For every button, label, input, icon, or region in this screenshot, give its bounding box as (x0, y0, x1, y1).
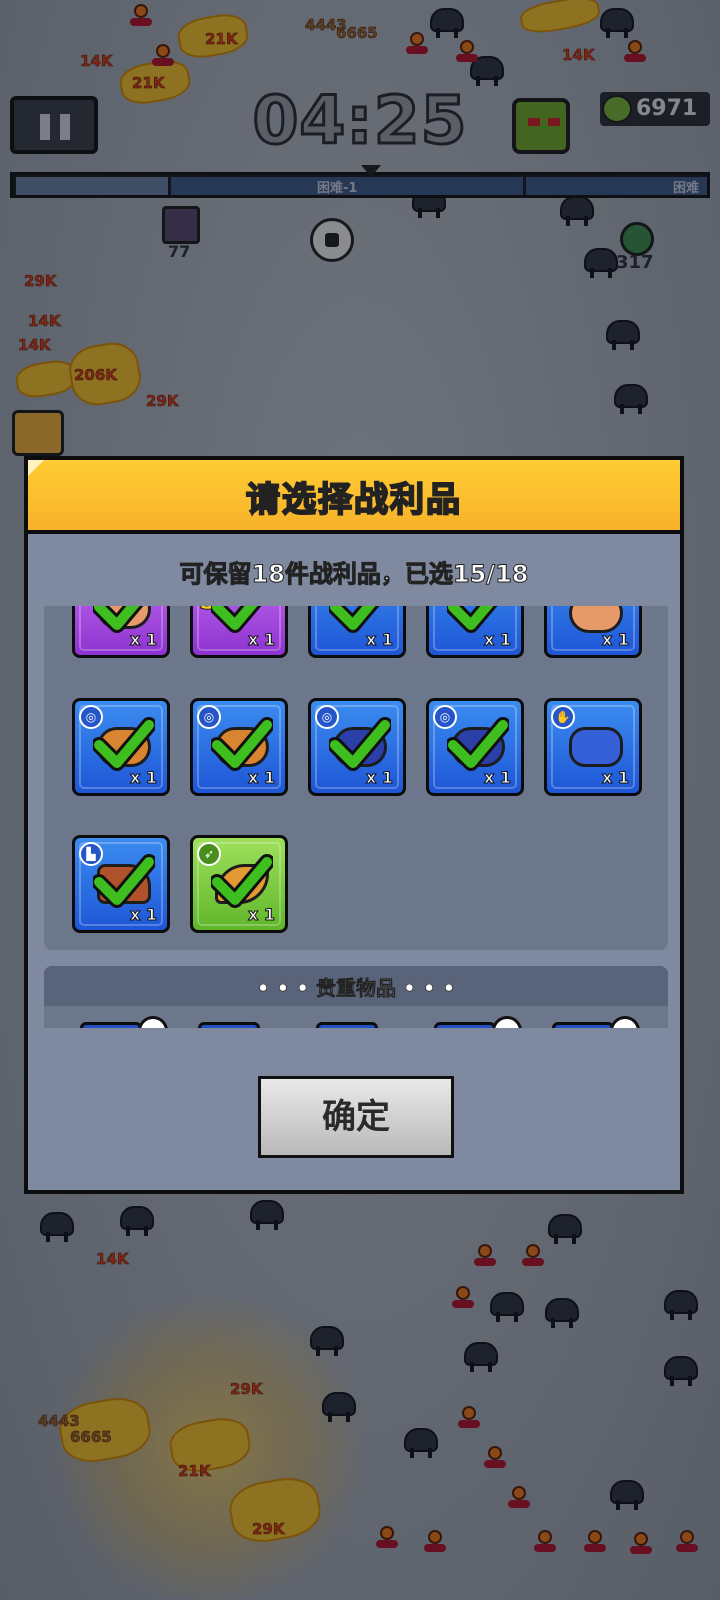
selection-counter: 可保留18件战利品，已选15/18 (179, 560, 529, 589)
check-icon (93, 717, 155, 771)
loot-item[interactable]: ➶ x 1 (190, 835, 288, 933)
dialog-header: 请选择战利品 (28, 460, 680, 534)
loot-item[interactable]: ◎ x 1 (190, 698, 288, 796)
valuable-item[interactable] (80, 1022, 142, 1028)
valuable-item[interactable] (316, 1022, 378, 1028)
loot-item[interactable]: ◎ x 1 (308, 698, 406, 796)
loot-item[interactable]: ◎ x 1 (426, 698, 524, 796)
item-quantity: x 1 (129, 768, 157, 788)
item-quantity: x 1 (247, 768, 275, 788)
item-icon (569, 606, 623, 633)
valuable-item[interactable] (552, 1022, 614, 1028)
loot-item[interactable]: x 1 (308, 606, 406, 658)
item-quantity: x 1 (129, 630, 157, 650)
check-icon (211, 854, 273, 908)
item-quantity: x 1 (365, 630, 393, 650)
hand-slot-icon: ✋ (551, 705, 575, 729)
confirm-label: 确定 (322, 1097, 390, 1137)
valuables-title: • • • 贵重物品 • • • (256, 976, 456, 1001)
loot-item[interactable]: ▙ x 1 (72, 835, 170, 933)
loot-item[interactable]: x 1 (426, 606, 524, 658)
check-icon (447, 717, 509, 771)
item-quantity: x 1 (247, 630, 275, 650)
info-badge-icon (138, 1016, 168, 1028)
item-quantity: x 1 (483, 768, 511, 788)
loot-item[interactable]: S x 1 (190, 606, 288, 658)
info-badge-icon (492, 1016, 522, 1028)
item-quantity: x 1 (365, 768, 393, 788)
loot-item[interactable]: x 1 (72, 606, 170, 658)
loot-item[interactable]: ✋ x 1 (544, 698, 642, 796)
loot-item[interactable]: ◎ x 1 (72, 698, 170, 796)
loot-grid: x 1 S x 1 x 1 x 1 x 1 ◎ x (44, 606, 668, 950)
valuables-header: • • • 贵重物品 • • • (44, 966, 668, 1006)
item-quantity: x 1 (129, 905, 157, 925)
valuables-section: • • • 贵重物品 • • • (44, 966, 668, 1028)
glove-icon (569, 727, 623, 767)
item-quantity: x 1 (247, 905, 275, 925)
item-quantity: x 1 (601, 630, 629, 650)
dialog-title: 请选择战利品 (245, 479, 462, 521)
item-quantity: x 1 (483, 630, 511, 650)
item-quantity: x 1 (601, 768, 629, 788)
check-icon (211, 717, 273, 771)
check-icon (93, 854, 155, 908)
valuable-item[interactable] (198, 1022, 260, 1028)
loot-item[interactable]: x 1 (544, 606, 642, 658)
check-icon (329, 717, 391, 771)
loot-select-dialog: 请选择战利品 可保留18件战利品，已选15/18 x 1 S x 1 x 1 x… (24, 456, 684, 1194)
confirm-button[interactable]: 确定 (258, 1076, 454, 1158)
valuable-item[interactable] (434, 1022, 496, 1028)
info-badge-icon (610, 1016, 640, 1028)
